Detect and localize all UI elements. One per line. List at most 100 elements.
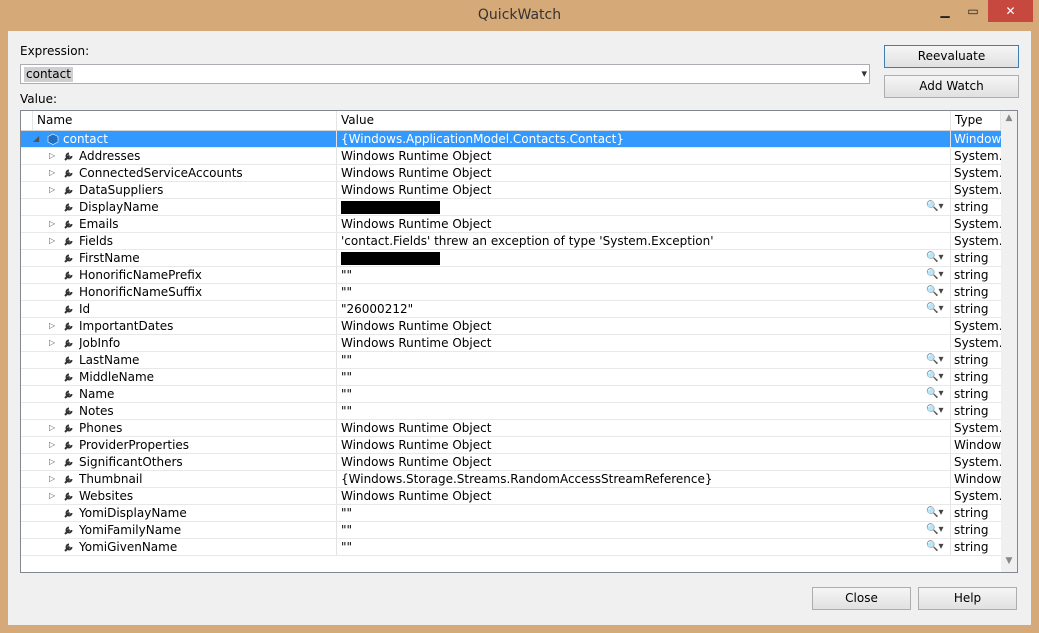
expand-arrow-icon[interactable]: ▷ (49, 148, 55, 164)
visualizer-magnifier-icon[interactable]: 🔍▾ (926, 301, 948, 317)
table-row[interactable]: ▷ Websites Windows Runtime Object System.C (21, 488, 1001, 505)
property-icon (63, 541, 75, 553)
row-value[interactable]: "" (341, 505, 921, 521)
expand-arrow-icon[interactable]: ▷ (49, 318, 55, 334)
expand-arrow-icon[interactable]: ▷ (49, 437, 55, 453)
table-row[interactable]: FirstName 🔍▾ string (21, 250, 1001, 267)
table-row[interactable]: ◢ contact {Windows.ApplicationModel.Contac… (21, 131, 1001, 148)
visualizer-magnifier-icon[interactable]: 🔍▾ (926, 199, 948, 215)
row-value[interactable]: Windows Runtime Object (341, 216, 921, 232)
row-value[interactable]: {Windows.Storage.Streams.RandomAccessStr… (341, 471, 921, 487)
column-header-name[interactable]: Name (33, 111, 337, 130)
visualizer-magnifier-icon[interactable]: 🔍▾ (926, 505, 948, 521)
table-row[interactable]: HonorificNameSuffix "" 🔍▾ string (21, 284, 1001, 301)
row-value[interactable]: "26000212" (341, 301, 921, 317)
table-row[interactable]: ▷ Thumbnail {Windows.Storage.Streams.Rando… (21, 471, 1001, 488)
visualizer-magnifier-icon[interactable]: 🔍▾ (926, 369, 948, 385)
table-row[interactable]: ▷ Fields 'contact.Fields' threw an excepti… (21, 233, 1001, 250)
minimize-icon[interactable]: ▁ (932, 0, 958, 22)
row-value[interactable]: "" (341, 386, 921, 402)
row-value[interactable]: Windows Runtime Object (341, 454, 921, 470)
column-divider (950, 335, 951, 351)
expand-arrow-icon[interactable]: ▷ (49, 488, 55, 504)
table-row[interactable]: ▷ ProviderProperties Windows Runtime Objec… (21, 437, 1001, 454)
expand-arrow-icon[interactable]: ▷ (49, 165, 55, 181)
table-row[interactable]: ▷ Emails Windows Runtime Object System.C (21, 216, 1001, 233)
row-value[interactable]: 'contact.Fields' threw an exception of t… (341, 233, 921, 249)
table-row[interactable]: ▷ ImportantDates Windows Runtime Object Sys… (21, 318, 1001, 335)
visualizer-magnifier-icon[interactable]: 🔍▾ (926, 539, 948, 555)
row-value[interactable]: "" (341, 369, 921, 385)
table-row[interactable]: ▷ ConnectedServiceAccounts Windows Runtime… (21, 165, 1001, 182)
row-value[interactable]: "" (341, 352, 921, 368)
close-window-icon[interactable]: ✕ (988, 0, 1033, 22)
row-value[interactable]: Windows Runtime Object (341, 335, 921, 351)
row-value[interactable]: "" (341, 284, 921, 300)
table-row[interactable]: Id "26000212" 🔍▾ string (21, 301, 1001, 318)
close-button[interactable]: Close (812, 587, 911, 610)
table-row[interactable]: YomiDisplayName "" 🔍▾ string (21, 505, 1001, 522)
maximize-icon[interactable]: ▭ (960, 0, 986, 22)
visualizer-magnifier-icon[interactable]: 🔍▾ (926, 284, 948, 300)
row-value[interactable]: "" (341, 522, 921, 538)
visualizer-magnifier-icon[interactable]: 🔍▾ (926, 386, 948, 402)
expand-arrow-icon[interactable]: ▷ (49, 454, 55, 470)
table-row[interactable]: YomiGivenName "" 🔍▾ string (21, 539, 1001, 556)
expand-arrow-icon[interactable]: ▷ (49, 182, 55, 198)
row-value[interactable]: "" (341, 267, 921, 283)
row-value[interactable]: Windows Runtime Object (341, 165, 921, 181)
table-row[interactable]: DisplayName 🔍▾ string (21, 199, 1001, 216)
vertical-scrollbar[interactable]: ▲ ▼ (1001, 111, 1017, 572)
reevaluate-button[interactable]: Reevaluate (884, 45, 1019, 68)
table-row[interactable]: MiddleName "" 🔍▾ string (21, 369, 1001, 386)
table-row[interactable]: ▷ Phones Windows Runtime Object System.C (21, 420, 1001, 437)
row-name: Emails (79, 217, 119, 231)
expand-arrow-icon[interactable]: ▷ (49, 471, 55, 487)
table-row[interactable]: ▷ SignificantOthers Windows Runtime Object… (21, 454, 1001, 471)
table-row[interactable]: YomiFamilyName "" 🔍▾ string (21, 522, 1001, 539)
column-divider (950, 403, 951, 419)
table-row[interactable]: ▷ Addresses Windows Runtime Object System.C (21, 148, 1001, 165)
collapse-arrow-icon[interactable]: ◢ (33, 131, 39, 147)
column-divider (336, 471, 337, 487)
table-row[interactable]: LastName "" 🔍▾ string (21, 352, 1001, 369)
row-value[interactable]: Windows Runtime Object (341, 148, 921, 164)
scroll-up-icon[interactable]: ▲ (1001, 113, 1017, 123)
row-value[interactable]: Windows Runtime Object (341, 420, 921, 436)
visualizer-magnifier-icon[interactable]: 🔍▾ (926, 522, 948, 538)
row-value[interactable]: Windows Runtime Object (341, 437, 921, 453)
expand-arrow-icon[interactable]: ▷ (49, 216, 55, 232)
expression-input[interactable]: contact (24, 67, 73, 82)
column-header-value[interactable]: Value (337, 111, 951, 130)
table-row[interactable]: Name "" 🔍▾ string (21, 386, 1001, 403)
visualizer-magnifier-icon[interactable]: 🔍▾ (926, 352, 948, 368)
expand-arrow-icon[interactable]: ▷ (49, 233, 55, 249)
chevron-down-icon[interactable]: ▾ (861, 67, 867, 80)
row-type: System.C (954, 319, 1001, 333)
redacted-value (341, 201, 440, 214)
table-row[interactable]: HonorificNamePrefix "" 🔍▾ string (21, 267, 1001, 284)
visualizer-magnifier-icon[interactable]: 🔍▾ (926, 267, 948, 283)
table-row[interactable]: ▷ DataSuppliers Windows Runtime Object Syst… (21, 182, 1001, 199)
visualizer-magnifier-icon[interactable]: 🔍▾ (926, 403, 948, 419)
expand-arrow-icon[interactable]: ▷ (49, 335, 55, 351)
scroll-down-icon[interactable]: ▼ (1001, 556, 1017, 566)
expression-combobox[interactable]: contact ▾ (20, 64, 870, 84)
table-row[interactable]: ▷ JobInfo Windows Runtime Object System.C (21, 335, 1001, 352)
row-value[interactable]: "" (341, 539, 921, 555)
row-name: HonorificNamePrefix (79, 268, 202, 282)
property-icon (63, 473, 75, 485)
column-header-type[interactable]: Type (951, 111, 1001, 130)
column-divider (950, 199, 951, 215)
help-button[interactable]: Help (918, 587, 1017, 610)
row-value[interactable]: {Windows.ApplicationModel.Contacts.Conta… (341, 131, 921, 147)
row-value[interactable]: Windows Runtime Object (341, 488, 921, 504)
expand-arrow-icon[interactable]: ▷ (49, 420, 55, 436)
row-value[interactable]: "" (341, 403, 921, 419)
column-divider (336, 522, 337, 538)
row-value[interactable]: Windows Runtime Object (341, 182, 921, 198)
add-watch-button[interactable]: Add Watch (884, 75, 1019, 98)
table-row[interactable]: Notes "" 🔍▾ string (21, 403, 1001, 420)
visualizer-magnifier-icon[interactable]: 🔍▾ (926, 250, 948, 266)
row-value[interactable]: Windows Runtime Object (341, 318, 921, 334)
